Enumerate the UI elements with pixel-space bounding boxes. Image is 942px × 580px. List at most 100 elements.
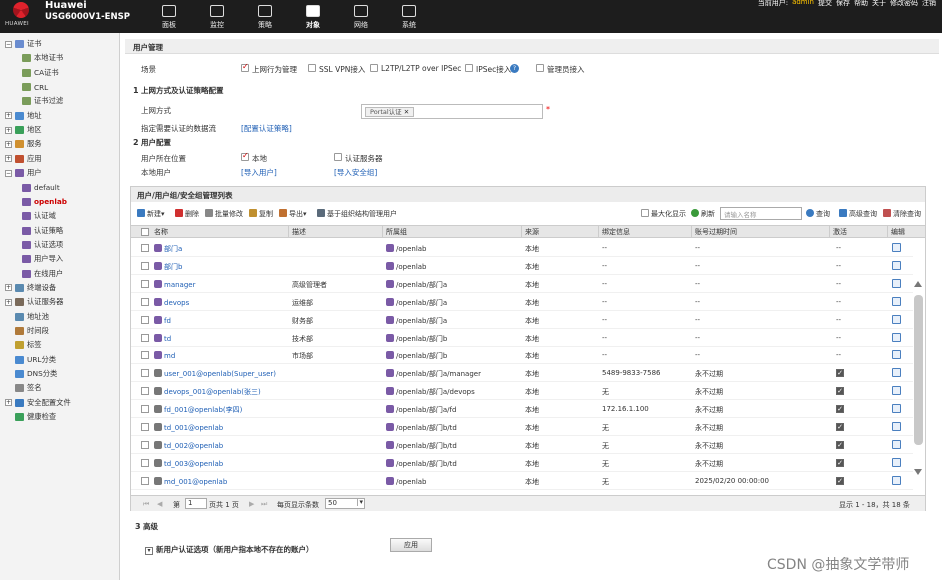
expand-icon[interactable]: +: [5, 126, 12, 134]
edit-icon[interactable]: [892, 368, 901, 378]
chip-close-icon[interactable]: ✕: [404, 108, 409, 116]
nav-network[interactable]: 网络: [337, 0, 385, 33]
top-link[interactable]: 提交: [818, 0, 832, 8]
table-row[interactable]: manager 高级管理者/openlab/部门a 本地 -- -- --: [131, 275, 913, 293]
scene-checkbox[interactable]: [536, 64, 544, 72]
apply-button[interactable]: 应用: [390, 538, 432, 552]
table-row[interactable]: 部门b/openlab 本地 -- -- --: [131, 257, 913, 275]
row-name[interactable]: td_001@openlab: [154, 423, 223, 432]
first-page-icon[interactable]: ⏮: [143, 500, 149, 509]
collapse-icon[interactable]: −: [5, 169, 12, 177]
expand-icon[interactable]: +: [5, 298, 12, 306]
tree-item[interactable]: 签名: [5, 381, 42, 395]
scene-checkbox[interactable]: [308, 64, 316, 72]
expand-icon[interactable]: +: [5, 140, 12, 148]
edit-icon[interactable]: [892, 422, 901, 431]
row-name[interactable]: td_003@openlab: [154, 458, 223, 468]
tree-item[interactable]: 用户导入: [22, 252, 63, 266]
table-row[interactable]: td 技术部/openlab/部门b 本地 -- -- --: [131, 329, 913, 347]
search-input[interactable]: 请输入名称: [720, 207, 802, 220]
access-select[interactable]: Portal认证 ✕: [361, 104, 543, 119]
scene-checkbox[interactable]: [370, 64, 378, 72]
new-button[interactable]: 新建▾: [137, 209, 165, 219]
row-checkbox[interactable]: [141, 297, 149, 306]
row-checkbox[interactable]: [141, 440, 149, 449]
next-page-icon[interactable]: ▶: [249, 500, 254, 508]
tree-item[interactable]: 地址池: [5, 310, 49, 324]
nav-dashboard[interactable]: 面板: [145, 0, 193, 33]
table-row[interactable]: td_003@openlab/openlab/部门b/td 本地 无 永不过期 ✓: [131, 454, 913, 472]
scroll-down-icon[interactable]: [914, 469, 922, 475]
tree-item[interactable]: 证书过滤: [22, 94, 63, 108]
tree-item[interactable]: + 服务: [5, 137, 42, 151]
row-name[interactable]: td: [154, 333, 171, 343]
per-page-select[interactable]: 50: [325, 498, 365, 509]
tree-item[interactable]: + 认证服务器: [5, 295, 63, 309]
delete-button[interactable]: 删除: [175, 209, 199, 219]
tree-item[interactable]: 时间段: [5, 324, 49, 338]
tree-item[interactable]: 在线用户: [22, 267, 63, 281]
tree-item[interactable]: CA证书: [22, 66, 59, 80]
tree-item[interactable]: 认证选项: [22, 238, 63, 252]
tree-item[interactable]: 健康检查: [5, 410, 56, 424]
row-checkbox[interactable]: [141, 315, 149, 324]
table-row[interactable]: td_002@openlab/openlab/部门b/td 本地 无 永不过期 ✓: [131, 436, 913, 454]
collapse-icon[interactable]: ▾: [145, 547, 153, 555]
batch-edit-button[interactable]: 批量修改: [205, 209, 243, 219]
col-name[interactable]: 名称: [154, 227, 168, 237]
tree-item[interactable]: 本地证书: [22, 51, 63, 65]
nav-monitor[interactable]: 监控: [193, 0, 241, 33]
nav-system[interactable]: 系统: [385, 0, 433, 33]
table-row[interactable]: md 市场部/openlab/部门b 本地 -- -- --: [131, 346, 913, 365]
active-checkbox[interactable]: ✓: [836, 369, 844, 378]
edit-icon[interactable]: [892, 332, 901, 342]
top-link[interactable]: 保存: [836, 0, 850, 8]
tree-item[interactable]: URL分类: [5, 353, 56, 367]
new-user-auth-option[interactable]: ▾ 新用户认证选项（新用户指本地不存在的账户）: [145, 544, 314, 555]
row-checkbox[interactable]: [141, 279, 149, 288]
top-link[interactable]: 关于: [872, 0, 886, 8]
row-checkbox[interactable]: [141, 423, 149, 431]
edit-icon[interactable]: [892, 243, 901, 252]
collapse-icon[interactable]: −: [5, 40, 12, 48]
help-icon[interactable]: ?: [510, 64, 519, 73]
row-checkbox[interactable]: [141, 351, 149, 360]
active-checkbox[interactable]: ✓: [836, 423, 844, 431]
row-checkbox[interactable]: [141, 387, 149, 396]
copy-button[interactable]: 复制: [249, 209, 273, 219]
tree-item[interactable]: openlab: [22, 195, 67, 209]
refresh-button[interactable]: 刷新: [691, 209, 715, 219]
row-name[interactable]: manager: [154, 279, 195, 289]
table-row[interactable]: 部门a/openlab 本地 -- -- --: [131, 239, 913, 257]
location-local-checkbox[interactable]: [241, 151, 249, 161]
last-page-icon[interactable]: ⏭: [261, 500, 267, 509]
import-user-link[interactable]: [导入用户]: [241, 167, 277, 178]
top-link[interactable]: 修改密码: [890, 0, 918, 8]
active-checkbox[interactable]: ✓: [836, 458, 844, 467]
active-checkbox[interactable]: ✓: [836, 476, 844, 485]
table-row[interactable]: fd 财务部/openlab/部门a 本地 -- -- --: [131, 311, 913, 329]
scene-checkbox[interactable]: [465, 64, 473, 72]
col-desc[interactable]: 描述: [292, 227, 306, 237]
row-name[interactable]: md_001@openlab: [154, 476, 227, 486]
tree-item[interactable]: − 用户: [5, 166, 42, 180]
row-name[interactable]: devops_001@openlab(张三): [154, 387, 261, 397]
access-chip[interactable]: Portal认证 ✕: [365, 107, 415, 117]
tree-item[interactable]: + 终端设备: [5, 281, 56, 295]
active-checkbox[interactable]: ✓: [836, 440, 844, 449]
scene-checkbox[interactable]: [241, 62, 249, 72]
row-checkbox[interactable]: [141, 405, 149, 414]
nav-policy[interactable]: 策略: [241, 0, 289, 33]
nav-object[interactable]: 对象: [289, 0, 337, 33]
expand-icon[interactable]: +: [5, 399, 12, 407]
table-row[interactable]: user_001@openlab(Super_user) /openlab/部门a…: [131, 364, 913, 383]
export-button[interactable]: 导出▾: [279, 209, 307, 219]
row-name[interactable]: td_002@openlab: [154, 440, 223, 450]
tree-item[interactable]: 认证策略: [22, 224, 63, 238]
expand-icon[interactable]: +: [5, 112, 12, 120]
edit-icon[interactable]: [892, 278, 901, 288]
row-checkbox[interactable]: [141, 476, 149, 485]
tree-item[interactable]: CRL: [22, 80, 48, 94]
row-name[interactable]: fd_001@openlab(李四): [154, 405, 242, 415]
tree-item[interactable]: + 安全配置文件: [5, 396, 71, 410]
